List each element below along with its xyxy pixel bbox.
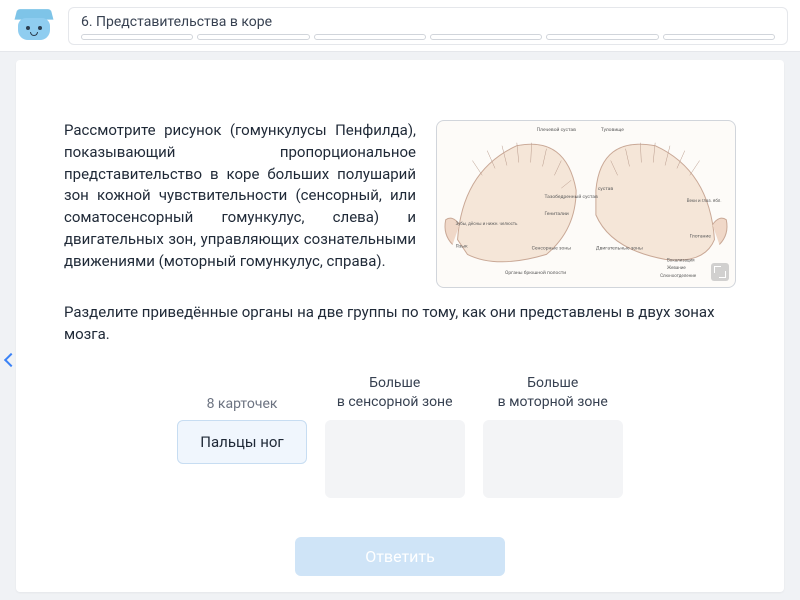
svg-text:Глотание: Глотание	[690, 234, 712, 240]
progress-bar	[81, 34, 775, 40]
svg-text:Веки и глаз. ябл.: Веки и глаз. ябл.	[687, 197, 722, 204]
breadcrumb: 6. Представительства в коре	[68, 7, 788, 45]
draggable-card[interactable]: Пальцы ног	[177, 420, 306, 464]
svg-text:Жевание: Жевание	[667, 265, 686, 271]
app-logo[interactable]	[12, 8, 56, 44]
svg-text:Вокализация: Вокализация	[667, 257, 695, 263]
lesson-title: 6. Представительства в коре	[81, 14, 775, 30]
svg-text:Двигательные зоны: Двигательные зоны	[596, 245, 643, 251]
submit-button[interactable]: Ответить	[295, 537, 505, 576]
drop-zone-motor[interactable]	[483, 420, 623, 498]
svg-text:сустав: сустав	[598, 186, 613, 192]
svg-text:Плечевой сустав: Плечевой сустав	[537, 127, 577, 133]
drop-zone-sensory[interactable]	[325, 420, 465, 498]
drop-zone-1-label: Больше в сенсорной зоне	[325, 374, 465, 412]
task-instruction: Разделите приведённые органы на две груп…	[64, 302, 736, 346]
svg-text:Туловище: Туловище	[601, 127, 624, 133]
svg-text:Слюноотделение: Слюноотделение	[660, 273, 697, 279]
prev-arrow-icon[interactable]	[2, 350, 16, 368]
task-description: Рассмотрите рисунок (гомункулусы Пенфилд…	[64, 120, 416, 288]
svg-text:Гениталии: Гениталии	[545, 211, 569, 217]
svg-text:Сенсорные зоны: Сенсорные зоны	[532, 245, 572, 251]
sorting-area: 8 карточек Пальцы ног Больше в сенсорной…	[64, 374, 736, 498]
svg-text:Язык: Язык	[456, 243, 468, 249]
homunculus-image[interactable]: Плечевой сустав Туловище Тазобедренный с…	[436, 120, 736, 288]
svg-text:Зубы, дёсны и нижн. челюсть: Зубы, дёсны и нижн. челюсть	[456, 220, 518, 227]
svg-text:Тазобедренный сустав: Тазобедренный сустав	[545, 193, 599, 200]
svg-text:Органы брюшной полости: Органы брюшной полости	[505, 269, 566, 276]
card-count-label: 8 карточек	[177, 396, 306, 412]
drop-zone-2-label: Больше в моторной зоне	[483, 374, 623, 412]
task-card: Рассмотрите рисунок (гомункулусы Пенфилд…	[16, 60, 784, 592]
expand-icon[interactable]	[711, 263, 729, 281]
